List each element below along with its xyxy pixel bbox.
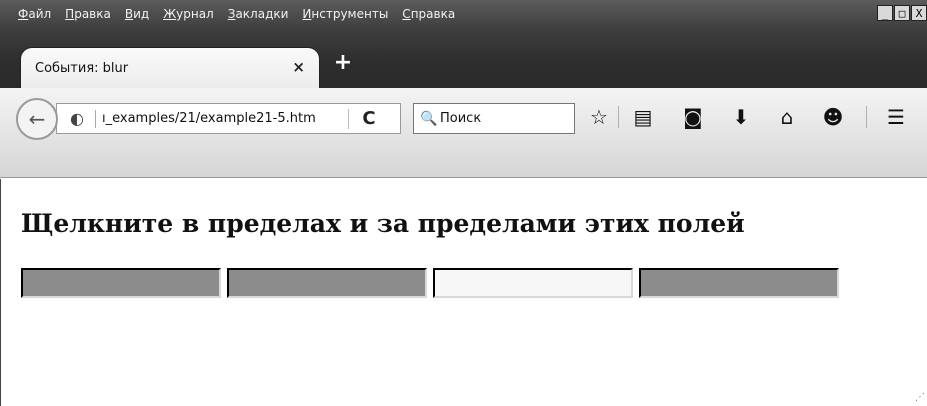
browser-chrome: Файл Правка Вид Журнал Закладки Инструме…	[0, 0, 927, 178]
search-icon: 🔍	[420, 110, 438, 127]
pocket-icon[interactable]: ◙	[678, 102, 708, 132]
menu-edit[interactable]: Правка	[65, 7, 111, 21]
downloads-icon[interactable]: ⬇	[726, 102, 756, 132]
text-field-4[interactable]	[639, 268, 839, 298]
menu-file[interactable]: Файл	[18, 7, 51, 21]
bookmark-star-icon[interactable]: ☆	[584, 102, 614, 132]
page-heading: Щелкните в пределах и за пределами этих …	[21, 209, 745, 238]
menu-help[interactable]: Справка	[402, 7, 455, 21]
menu-tools[interactable]: Инструменты	[302, 7, 388, 21]
close-window-button[interactable]: X	[911, 5, 927, 21]
search-input[interactable]	[440, 111, 565, 126]
minimize-button[interactable]: _	[877, 5, 893, 21]
url-text[interactable]: ı_examples/21/example21-5.htm	[102, 111, 342, 126]
menu-view[interactable]: Вид	[125, 7, 149, 21]
navigation-bar: ◐ ı_examples/21/example21-5.htm C ← 🔍 ☆ …	[0, 88, 927, 178]
url-separator	[95, 109, 96, 128]
hamburger-menu-icon[interactable]: ☰	[881, 102, 911, 132]
back-button[interactable]: ←	[16, 98, 58, 140]
reload-icon[interactable]: C	[349, 108, 389, 129]
resize-grip-icon[interactable]: ⋰	[913, 392, 925, 404]
new-tab-button[interactable]: +	[332, 52, 354, 74]
text-field-2[interactable]	[227, 268, 427, 298]
tab-close-icon[interactable]: ×	[292, 58, 305, 76]
site-identity-icon[interactable]: ◐	[63, 109, 91, 128]
window-controls: _ □ X	[877, 5, 927, 21]
page-content: Щелкните в пределах и за пределами этих …	[0, 179, 927, 406]
tab-title: События: blur	[35, 61, 129, 76]
toolbar-separator	[618, 106, 619, 128]
search-bar[interactable]: 🔍	[413, 103, 575, 134]
reading-list-icon[interactable]: ▤	[628, 102, 658, 132]
hello-icon[interactable]: ☻	[818, 102, 848, 132]
active-tab[interactable]: События: blur ×	[20, 47, 320, 89]
back-arrow-icon: ←	[28, 107, 46, 131]
maximize-button[interactable]: □	[894, 5, 910, 21]
menu-history[interactable]: Журнал	[163, 7, 214, 21]
text-field-1[interactable]	[21, 268, 221, 298]
url-bar[interactable]: ◐ ı_examples/21/example21-5.htm C	[56, 103, 401, 134]
toolbar-separator-2	[866, 106, 867, 128]
home-icon[interactable]: ⌂	[772, 102, 802, 132]
menu-bar: Файл Правка Вид Журнал Закладки Инструме…	[0, 0, 927, 28]
menu-bookmarks[interactable]: Закладки	[228, 7, 289, 21]
input-fields-row	[21, 268, 839, 298]
text-field-3-focused[interactable]	[433, 268, 633, 298]
